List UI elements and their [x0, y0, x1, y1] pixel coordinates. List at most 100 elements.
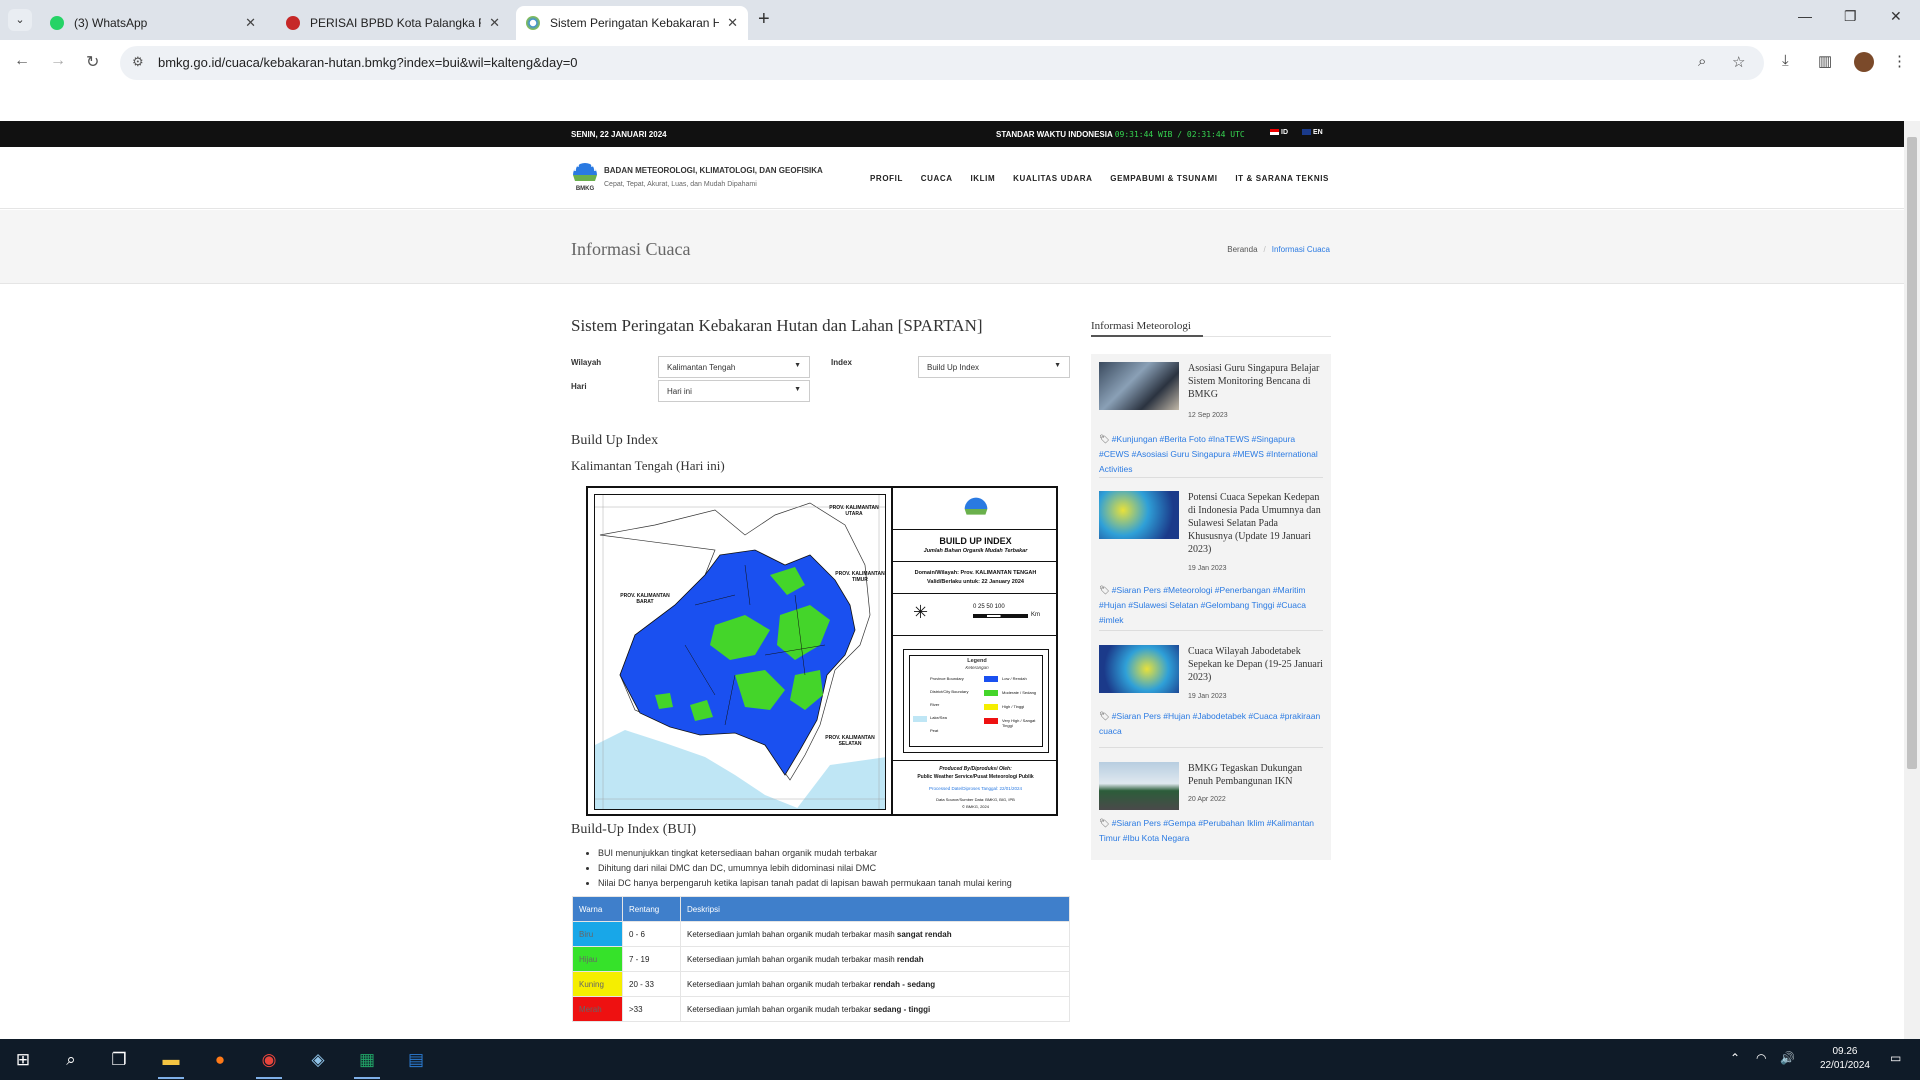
lang-en-link[interactable]: EN: [1302, 129, 1323, 136]
reload-icon[interactable]: ↻: [86, 52, 99, 72]
table-row: Kuning 20 - 33 Ketersediaan jumlah bahan…: [572, 971, 1070, 997]
index-value: Build Up Index: [927, 363, 980, 372]
profile-avatar[interactable]: [1854, 52, 1874, 72]
nav-it-sarana[interactable]: IT & SARANA TEKNIS: [1235, 174, 1329, 183]
nav-cuaca[interactable]: CUACA: [921, 174, 953, 183]
close-icon[interactable]: ✕: [245, 15, 256, 31]
tray-date: 22/01/2024: [1819, 1060, 1870, 1071]
file-explorer-icon[interactable]: ▬: [158, 1047, 184, 1079]
map-legend: Legend Keterangan Province Boundary Dist…: [903, 649, 1049, 753]
notification-icon[interactable]: ▭: [1890, 1051, 1901, 1065]
forward-icon[interactable]: →: [50, 52, 66, 70]
news-tags-text[interactable]: #Siaran Pers #Hujan #Jabodetabek #Cuaca …: [1099, 711, 1320, 736]
page-scrollbar[interactable]: [1904, 121, 1920, 1039]
news-date: 12 Sep 2023: [1188, 412, 1228, 419]
news-item[interactable]: Asosiasi Guru Singapura Belajar Sistem M…: [1099, 362, 1323, 482]
browser-tab-bar: ⌄ (3) WhatsApp ✕ PERISAI BPBD Kota Palan…: [0, 0, 1920, 40]
table-row: Hijau 7 - 19 Ketersediaan jumlah bahan o…: [572, 946, 1070, 972]
windows-taskbar: ⊞ ⌕ ❐ ▬ ● ◉ ◈ ▦ ▤ ⌃ ◠ 🔊 09.26 22/01/2024…: [0, 1039, 1920, 1080]
tab-spartan[interactable]: Sistem Peringatan Kebakaran H ✕: [516, 6, 748, 40]
zoom-icon[interactable]: ⌕: [1698, 53, 1706, 70]
windows-start-icon[interactable]: ⊞: [10, 1047, 36, 1073]
bmkg-logo[interactable]: BMKG: [571, 157, 599, 193]
back-icon[interactable]: ←: [14, 52, 30, 70]
lang-id-link[interactable]: ID: [1270, 129, 1288, 136]
flag-id-icon: [1270, 129, 1279, 136]
news-title[interactable]: BMKG Tegaskan Dukungan Penuh Pembangunan…: [1188, 762, 1323, 788]
download-icon[interactable]: ⤓: [1782, 52, 1789, 69]
menu-kebab-icon[interactable]: ⋮: [1892, 52, 1907, 70]
volume-icon[interactable]: 🔊: [1780, 1051, 1795, 1065]
word-icon[interactable]: ▤: [403, 1047, 429, 1073]
news-title[interactable]: Potensi Cuaca Sepekan Kedepan di Indones…: [1188, 491, 1323, 556]
news-thumbnail[interactable]: [1099, 362, 1179, 410]
news-tags-text[interactable]: #Kunjungan #Berita Foto #InaTEWS #Singap…: [1099, 434, 1318, 474]
legend-lake: Lake/Sea: [930, 715, 947, 720]
wifi-icon[interactable]: ◠: [1756, 1051, 1766, 1065]
news-tags-text[interactable]: #Siaran Pers #Gempa #Perubahan Iklim #Ka…: [1099, 818, 1314, 843]
news-tags-text[interactable]: #Siaran Pers #Meteorologi #Penerbangan #…: [1099, 585, 1306, 625]
news-tags[interactable]: 🏷 #Kunjungan #Berita Foto #InaTEWS #Singa…: [1099, 432, 1323, 477]
legend-title: Legend: [967, 658, 987, 664]
nav-profil[interactable]: PROFIL: [870, 174, 903, 183]
tray-chevron-icon[interactable]: ⌃: [1730, 1051, 1740, 1065]
nav-kualitas-udara[interactable]: KUALITAS UDARA: [1013, 174, 1092, 183]
scrollbar-thumb[interactable]: [1907, 137, 1917, 769]
address-bar[interactable]: ⚙ bmkg.go.id/cuaca/kebakaran-hutan.bmkg?…: [120, 46, 1764, 80]
restore-icon[interactable]: ❐: [1844, 8, 1857, 25]
new-tab-icon[interactable]: +: [758, 8, 770, 31]
label-kaltim: PROV. KALIMANTAN TIMUR: [835, 571, 885, 583]
chrome-icon[interactable]: ◉: [256, 1047, 282, 1079]
caret-down-icon: ▼: [1054, 362, 1061, 369]
news-thumbnail[interactable]: [1099, 645, 1179, 693]
side-panel-icon[interactable]: ▥: [1818, 52, 1832, 70]
minimize-icon[interactable]: —: [1798, 8, 1812, 24]
map-title: BUILD UP INDEX: [939, 536, 1012, 546]
news-item[interactable]: BMKG Tegaskan Dukungan Penuh Pembangunan…: [1099, 762, 1323, 852]
hari-select[interactable]: Hari ini ▼: [658, 380, 810, 402]
news-date: 19 Jan 2023: [1188, 565, 1227, 572]
breadcrumb-current[interactable]: Informasi Cuaca: [1272, 245, 1330, 254]
desc-text: Ketersediaan jumlah bahan organik mudah …: [687, 1004, 874, 1014]
wilayah-select[interactable]: Kalimantan Tengah ▼: [658, 356, 810, 378]
url-text[interactable]: bmkg.go.id/cuaca/kebakaran-hutan.bmkg?in…: [158, 55, 578, 70]
bookmark-star-icon[interactable]: ☆: [1732, 53, 1745, 71]
bui-title: Build-Up Index (BUI): [571, 822, 697, 837]
bmkg-logo-icon: [526, 16, 540, 30]
table-row: Merah >33 Ketersediaan jumlah bahan orga…: [572, 996, 1070, 1022]
news-title[interactable]: Asosiasi Guru Singapura Belajar Sistem M…: [1188, 362, 1323, 401]
task-view-icon[interactable]: ❐: [106, 1047, 132, 1073]
desc-bold: sangat rendah: [896, 929, 952, 939]
firefox-icon[interactable]: ●: [207, 1047, 233, 1073]
close-icon[interactable]: ✕: [727, 15, 738, 31]
site-header: BMKG BADAN METEOROLOGI, KLIMATOLOGI, DAN…: [0, 147, 1904, 209]
tab-whatsapp[interactable]: (3) WhatsApp ✕: [40, 6, 266, 40]
site-info-icon[interactable]: ⚙: [132, 54, 144, 70]
nav-gempabumi[interactable]: GEMPABUMI & TSUNAMI: [1110, 174, 1217, 183]
news-thumbnail[interactable]: [1099, 762, 1179, 810]
close-icon[interactable]: ✕: [489, 15, 500, 31]
tray-clock[interactable]: 09.26 22/01/2024: [1820, 1045, 1870, 1073]
excel-icon[interactable]: ▦: [354, 1047, 380, 1079]
app-icon[interactable]: ◈: [305, 1047, 331, 1073]
news-title[interactable]: Cuaca Wilayah Jabodetabek Sepekan ke Dep…: [1188, 645, 1323, 684]
news-tags[interactable]: 🏷 #Siaran Pers #Meteorologi #Penerbangan …: [1099, 583, 1323, 628]
search-icon[interactable]: ⌕: [58, 1047, 84, 1073]
news-tags[interactable]: 🏷 #Siaran Pers #Hujan #Jabodetabek #Cuaca…: [1099, 709, 1323, 739]
tab-bpbd[interactable]: PERISAI BPBD Kota Palangka Ra ✕: [276, 6, 510, 40]
window-close-icon[interactable]: ✕: [1890, 8, 1902, 25]
breadcrumb-home[interactable]: Beranda: [1227, 245, 1257, 254]
tab-search-icon[interactable]: ⌄: [8, 9, 32, 31]
news-item[interactable]: Potensi Cuaca Sepekan Kedepan di Indones…: [1099, 491, 1323, 631]
col-warna: Warna: [572, 896, 623, 922]
cell-warna: Kuning: [572, 971, 623, 997]
nav-iklim[interactable]: IKLIM: [970, 174, 995, 183]
index-select[interactable]: Build Up Index ▼: [918, 356, 1070, 378]
cell-rentang: >33: [622, 996, 681, 1022]
news-tags[interactable]: 🏷 #Siaran Pers #Gempa #Perubahan Iklim #K…: [1099, 816, 1323, 846]
news-item[interactable]: Cuaca Wilayah Jabodetabek Sepekan ke Dep…: [1099, 645, 1323, 741]
news-thumbnail[interactable]: [1099, 491, 1179, 539]
sidebar-news-list: Asosiasi Guru Singapura Belajar Sistem M…: [1091, 354, 1331, 860]
tab-label: Sistem Peringatan Kebakaran H: [550, 16, 720, 30]
tab-label: (3) WhatsApp: [74, 16, 148, 30]
